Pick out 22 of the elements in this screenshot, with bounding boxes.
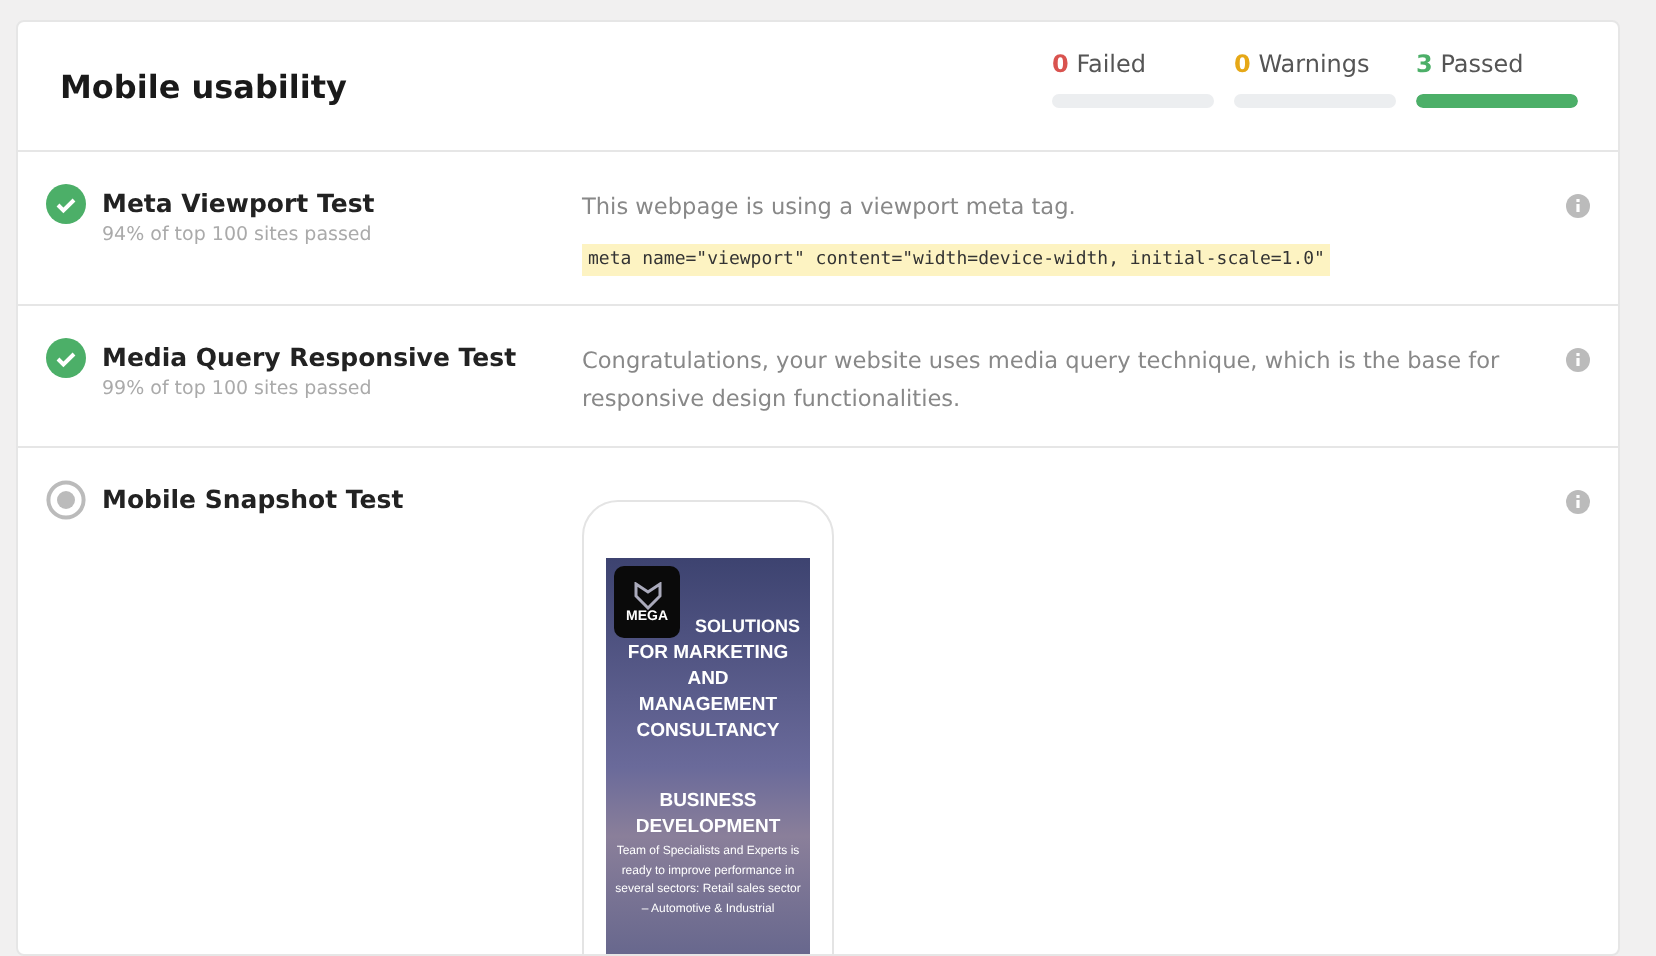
snapshot-headline: FOR MARKETING AND MANAGEMENT CONSULTANCY — [625, 640, 791, 744]
snapshot-headline: SOLUTIONS — [694, 614, 800, 640]
code-snippet: meta name="viewport" content="width=device-width, initial-scale=1.0" — [582, 244, 1331, 276]
test-description: Congratulations, your website uses media query technique, which is the base for responsive design functionalities. — [582, 346, 1502, 416]
test-name: Mobile Snapshot Test — [102, 484, 404, 514]
test-name: Media Query Responsive Test — [102, 342, 517, 372]
check-circle-icon — [46, 184, 86, 224]
test-subtitle: 94% of top 100 sites passed — [102, 224, 374, 246]
stat-label: 0 Warnings — [1234, 50, 1372, 78]
shield-icon — [631, 581, 663, 609]
check-circle-icon — [46, 338, 86, 378]
test-description: This webpage is using a viewport meta tag. — [582, 192, 1078, 224]
test-name: Meta Viewport Test — [102, 188, 375, 218]
stat-label: 0 Failed — [1052, 50, 1149, 78]
radio-circle-icon — [46, 480, 86, 520]
snapshot-heading: BUSINESS DEVELOPMENT — [633, 788, 783, 840]
stat-label: 3 Passed — [1416, 50, 1526, 78]
info-icon[interactable] — [1566, 490, 1590, 514]
test-subtitle: 99% of top 100 sites passed — [102, 378, 374, 400]
info-icon[interactable] — [1566, 194, 1590, 218]
section-title: Mobile usability — [60, 67, 347, 105]
info-icon[interactable] — [1566, 348, 1590, 372]
